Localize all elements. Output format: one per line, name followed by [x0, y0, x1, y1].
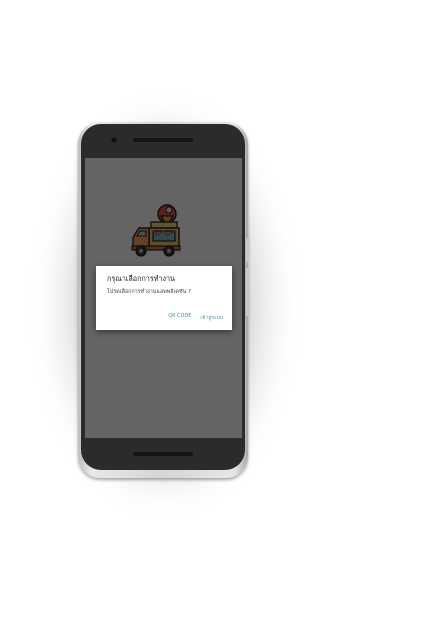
- choose-mode-dialog: กรุณาเลือกการทำงาน โปรดเลือกการทำงานแอพพ…: [96, 266, 232, 330]
- power-button: [246, 238, 250, 262]
- front-camera: [111, 137, 117, 143]
- qr-code-button[interactable]: QR CODE: [168, 314, 191, 322]
- phone-screen: กรุณาเลือกการทำงาน โปรดเลือกการทำงานแอพพ…: [85, 158, 242, 438]
- volume-button: [246, 268, 250, 316]
- mockup-stage: กรุณาเลือกการทำงาน โปรดเลือกการทำงานแอพพ…: [0, 0, 431, 618]
- dialog-message: โปรดเลือกการทำงานแอพพลิเคชัน ?: [107, 289, 191, 295]
- login-button[interactable]: เข้าสู่ระบบ: [200, 314, 223, 322]
- dialog-title: กรุณาเลือกการทำงาน: [107, 274, 175, 283]
- bottom-speaker: [133, 452, 193, 456]
- dialog-actions: QR CODE เข้าสู่ระบบ: [168, 314, 223, 322]
- earpiece-speaker: [133, 138, 193, 142]
